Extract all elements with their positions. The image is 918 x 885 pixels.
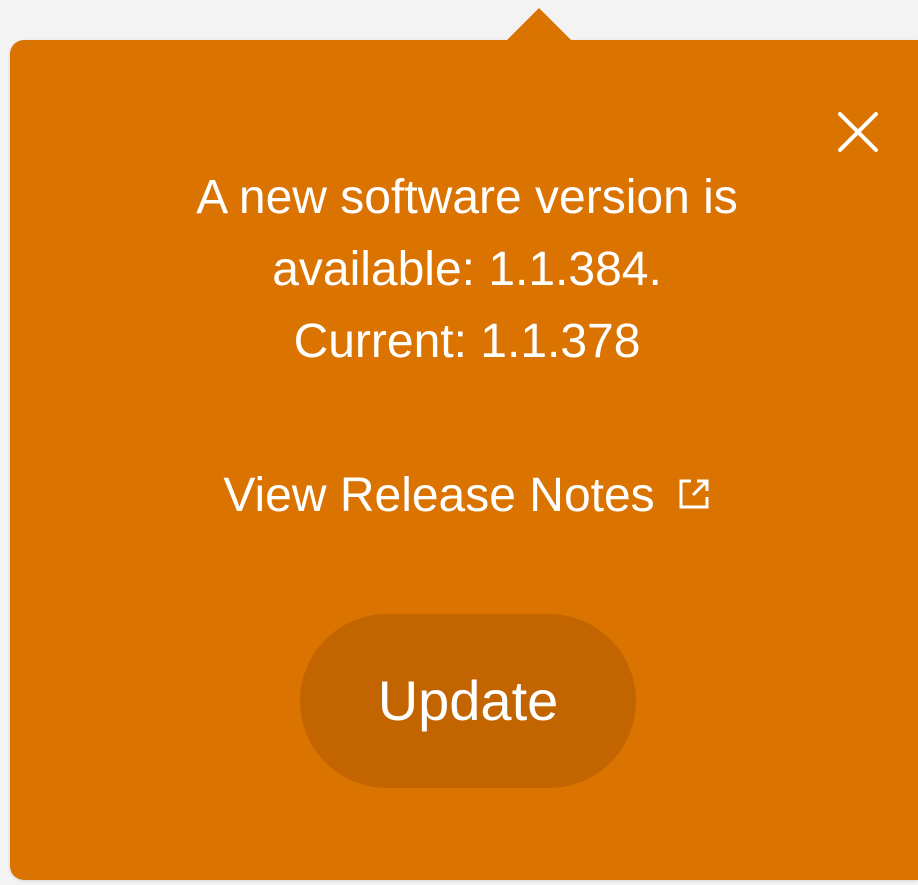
- update-button[interactable]: Update: [300, 614, 636, 788]
- view-release-notes-link[interactable]: View Release Notes: [10, 464, 918, 528]
- close-icon[interactable]: [832, 106, 884, 158]
- external-link-icon[interactable]: [677, 477, 711, 511]
- release-notes-label[interactable]: View Release Notes: [223, 469, 654, 522]
- update-message: A new software version is available: 1.1…: [10, 162, 918, 378]
- message-line: A new software version is: [196, 171, 738, 224]
- close-button[interactable]: [832, 106, 884, 158]
- message-line: available: 1.1.384.: [272, 243, 662, 296]
- message-line: Current: 1.1.378: [293, 315, 641, 368]
- popover-caret: [505, 8, 573, 42]
